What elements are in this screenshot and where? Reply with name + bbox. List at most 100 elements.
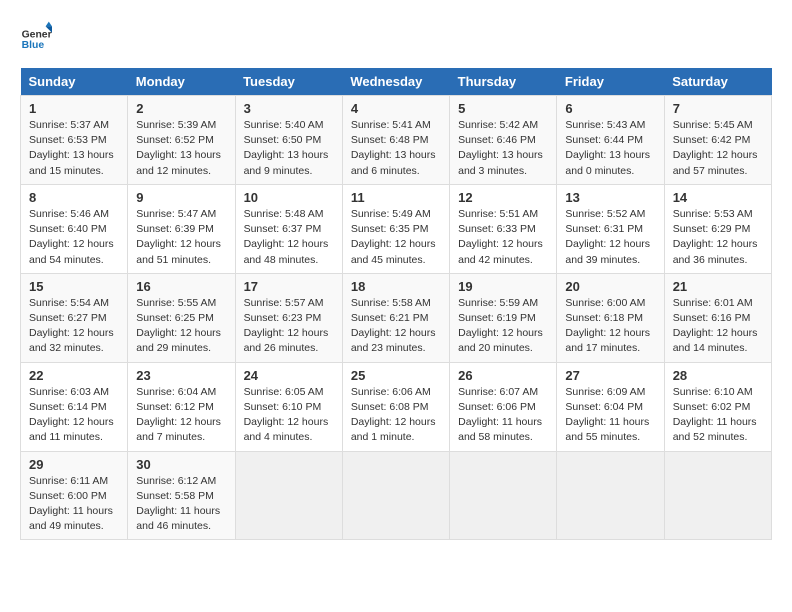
day-number: 1 <box>29 101 119 116</box>
day-number: 30 <box>136 457 226 472</box>
day-cell-23: 23 Sunrise: 6:04 AM Sunset: 6:12 PM Dayli… <box>128 362 235 451</box>
empty-cell <box>342 451 449 540</box>
day-number: 10 <box>244 190 334 205</box>
col-header-wednesday: Wednesday <box>342 68 449 96</box>
day-number: 5 <box>458 101 548 116</box>
day-cell-19: 19 Sunrise: 5:59 AM Sunset: 6:19 PM Dayli… <box>450 273 557 362</box>
day-cell-26: 26 Sunrise: 6:07 AM Sunset: 6:06 PM Dayli… <box>450 362 557 451</box>
day-number: 4 <box>351 101 441 116</box>
col-header-thursday: Thursday <box>450 68 557 96</box>
day-cell-4: 4 Sunrise: 5:41 AM Sunset: 6:48 PM Daylig… <box>342 96 449 185</box>
day-info: Sunrise: 6:01 AM Sunset: 6:16 PM Dayligh… <box>673 296 763 357</box>
day-info: Sunrise: 6:00 AM Sunset: 6:18 PM Dayligh… <box>565 296 655 357</box>
week-row-1: 1 Sunrise: 5:37 AM Sunset: 6:53 PM Daylig… <box>21 96 772 185</box>
day-cell-24: 24 Sunrise: 6:05 AM Sunset: 6:10 PM Dayli… <box>235 362 342 451</box>
day-number: 11 <box>351 190 441 205</box>
day-info: Sunrise: 6:06 AM Sunset: 6:08 PM Dayligh… <box>351 385 441 446</box>
day-info: Sunrise: 5:45 AM Sunset: 6:42 PM Dayligh… <box>673 118 763 179</box>
day-info: Sunrise: 6:05 AM Sunset: 6:10 PM Dayligh… <box>244 385 334 446</box>
day-cell-9: 9 Sunrise: 5:47 AM Sunset: 6:39 PM Daylig… <box>128 184 235 273</box>
day-cell-28: 28Sunrise: 6:10 AM Sunset: 6:02 PM Dayli… <box>664 362 771 451</box>
day-info: Sunrise: 5:42 AM Sunset: 6:46 PM Dayligh… <box>458 118 548 179</box>
col-header-friday: Friday <box>557 68 664 96</box>
day-number: 21 <box>673 279 763 294</box>
day-number: 2 <box>136 101 226 116</box>
empty-cell <box>557 451 664 540</box>
day-number: 24 <box>244 368 334 383</box>
day-number: 12 <box>458 190 548 205</box>
week-row-2: 8 Sunrise: 5:46 AM Sunset: 6:40 PM Daylig… <box>21 184 772 273</box>
svg-text:General: General <box>22 30 52 41</box>
day-number: 29 <box>29 457 119 472</box>
day-cell-25: 25 Sunrise: 6:06 AM Sunset: 6:08 PM Dayli… <box>342 362 449 451</box>
day-cell-18: 18 Sunrise: 5:58 AM Sunset: 6:21 PM Dayli… <box>342 273 449 362</box>
day-cell-29: 29 Sunrise: 6:11 AM Sunset: 6:00 PM Dayli… <box>21 451 128 540</box>
day-number: 3 <box>244 101 334 116</box>
day-cell-21: 21 Sunrise: 6:01 AM Sunset: 6:16 PM Dayli… <box>664 273 771 362</box>
day-info: Sunrise: 5:37 AM Sunset: 6:53 PM Dayligh… <box>29 118 119 179</box>
day-info: Sunrise: 6:11 AM Sunset: 6:00 PM Dayligh… <box>29 474 119 535</box>
day-cell-8: 8 Sunrise: 5:46 AM Sunset: 6:40 PM Daylig… <box>21 184 128 273</box>
empty-cell <box>235 451 342 540</box>
day-info: Sunrise: 5:47 AM Sunset: 6:39 PM Dayligh… <box>136 207 226 268</box>
day-info: Sunrise: 5:57 AM Sunset: 6:23 PM Dayligh… <box>244 296 334 357</box>
empty-cell <box>450 451 557 540</box>
day-cell-6: 6 Sunrise: 5:43 AM Sunset: 6:44 PM Daylig… <box>557 96 664 185</box>
day-info: Sunrise: 5:48 AM Sunset: 6:37 PM Dayligh… <box>244 207 334 268</box>
day-info: Sunrise: 6:09 AM Sunset: 6:04 PM Dayligh… <box>565 385 655 446</box>
day-cell-5: 5 Sunrise: 5:42 AM Sunset: 6:46 PM Daylig… <box>450 96 557 185</box>
day-cell-7: 7Sunrise: 5:45 AM Sunset: 6:42 PM Daylig… <box>664 96 771 185</box>
day-info: Sunrise: 5:55 AM Sunset: 6:25 PM Dayligh… <box>136 296 226 357</box>
day-cell-12: 12Sunrise: 5:51 AM Sunset: 6:33 PM Dayli… <box>450 184 557 273</box>
day-info: Sunrise: 5:59 AM Sunset: 6:19 PM Dayligh… <box>458 296 548 357</box>
day-info: Sunrise: 5:52 AM Sunset: 6:31 PM Dayligh… <box>565 207 655 268</box>
day-number: 27 <box>565 368 655 383</box>
day-number: 17 <box>244 279 334 294</box>
day-number: 8 <box>29 190 119 205</box>
day-info: Sunrise: 5:43 AM Sunset: 6:44 PM Dayligh… <box>565 118 655 179</box>
day-cell-20: 20 Sunrise: 6:00 AM Sunset: 6:18 PM Dayli… <box>557 273 664 362</box>
day-info: Sunrise: 5:46 AM Sunset: 6:40 PM Dayligh… <box>29 207 119 268</box>
day-info: Sunrise: 6:04 AM Sunset: 6:12 PM Dayligh… <box>136 385 226 446</box>
page-header: General Blue <box>20 20 772 52</box>
logo: General Blue <box>20 20 52 52</box>
day-number: 25 <box>351 368 441 383</box>
day-cell-22: 22Sunrise: 6:03 AM Sunset: 6:14 PM Dayli… <box>21 362 128 451</box>
day-cell-11: 11 Sunrise: 5:49 AM Sunset: 6:35 PM Dayli… <box>342 184 449 273</box>
day-number: 16 <box>136 279 226 294</box>
day-number: 15 <box>29 279 119 294</box>
col-header-tuesday: Tuesday <box>235 68 342 96</box>
day-info: Sunrise: 6:03 AM Sunset: 6:14 PM Dayligh… <box>29 385 119 446</box>
day-cell-27: 27 Sunrise: 6:09 AM Sunset: 6:04 PM Dayli… <box>557 362 664 451</box>
day-number: 28 <box>673 368 763 383</box>
day-cell-1: 1 Sunrise: 5:37 AM Sunset: 6:53 PM Daylig… <box>21 96 128 185</box>
day-cell-17: 17 Sunrise: 5:57 AM Sunset: 6:23 PM Dayli… <box>235 273 342 362</box>
day-cell-30: 30 Sunrise: 6:12 AM Sunset: 5:58 PM Dayli… <box>128 451 235 540</box>
header-row: SundayMondayTuesdayWednesdayThursdayFrid… <box>21 68 772 96</box>
day-info: Sunrise: 5:58 AM Sunset: 6:21 PM Dayligh… <box>351 296 441 357</box>
day-cell-3: 3Sunrise: 5:40 AM Sunset: 6:50 PM Daylig… <box>235 96 342 185</box>
day-info: Sunrise: 5:39 AM Sunset: 6:52 PM Dayligh… <box>136 118 226 179</box>
day-info: Sunrise: 6:12 AM Sunset: 5:58 PM Dayligh… <box>136 474 226 535</box>
day-info: Sunrise: 6:07 AM Sunset: 6:06 PM Dayligh… <box>458 385 548 446</box>
col-header-sunday: Sunday <box>21 68 128 96</box>
day-number: 18 <box>351 279 441 294</box>
day-info: Sunrise: 5:54 AM Sunset: 6:27 PM Dayligh… <box>29 296 119 357</box>
day-number: 26 <box>458 368 548 383</box>
day-number: 9 <box>136 190 226 205</box>
day-cell-16: 16 Sunrise: 5:55 AM Sunset: 6:25 PM Dayli… <box>128 273 235 362</box>
day-info: Sunrise: 5:41 AM Sunset: 6:48 PM Dayligh… <box>351 118 441 179</box>
day-info: Sunrise: 5:53 AM Sunset: 6:29 PM Dayligh… <box>673 207 763 268</box>
day-number: 20 <box>565 279 655 294</box>
empty-cell <box>664 451 771 540</box>
week-row-4: 22Sunrise: 6:03 AM Sunset: 6:14 PM Dayli… <box>21 362 772 451</box>
day-info: Sunrise: 5:49 AM Sunset: 6:35 PM Dayligh… <box>351 207 441 268</box>
day-number: 13 <box>565 190 655 205</box>
day-number: 6 <box>565 101 655 116</box>
day-number: 23 <box>136 368 226 383</box>
day-cell-10: 10 Sunrise: 5:48 AM Sunset: 6:37 PM Dayli… <box>235 184 342 273</box>
day-cell-15: 15 Sunrise: 5:54 AM Sunset: 6:27 PM Dayli… <box>21 273 128 362</box>
day-cell-13: 13 Sunrise: 5:52 AM Sunset: 6:31 PM Dayli… <box>557 184 664 273</box>
day-number: 19 <box>458 279 548 294</box>
day-number: 14 <box>673 190 763 205</box>
